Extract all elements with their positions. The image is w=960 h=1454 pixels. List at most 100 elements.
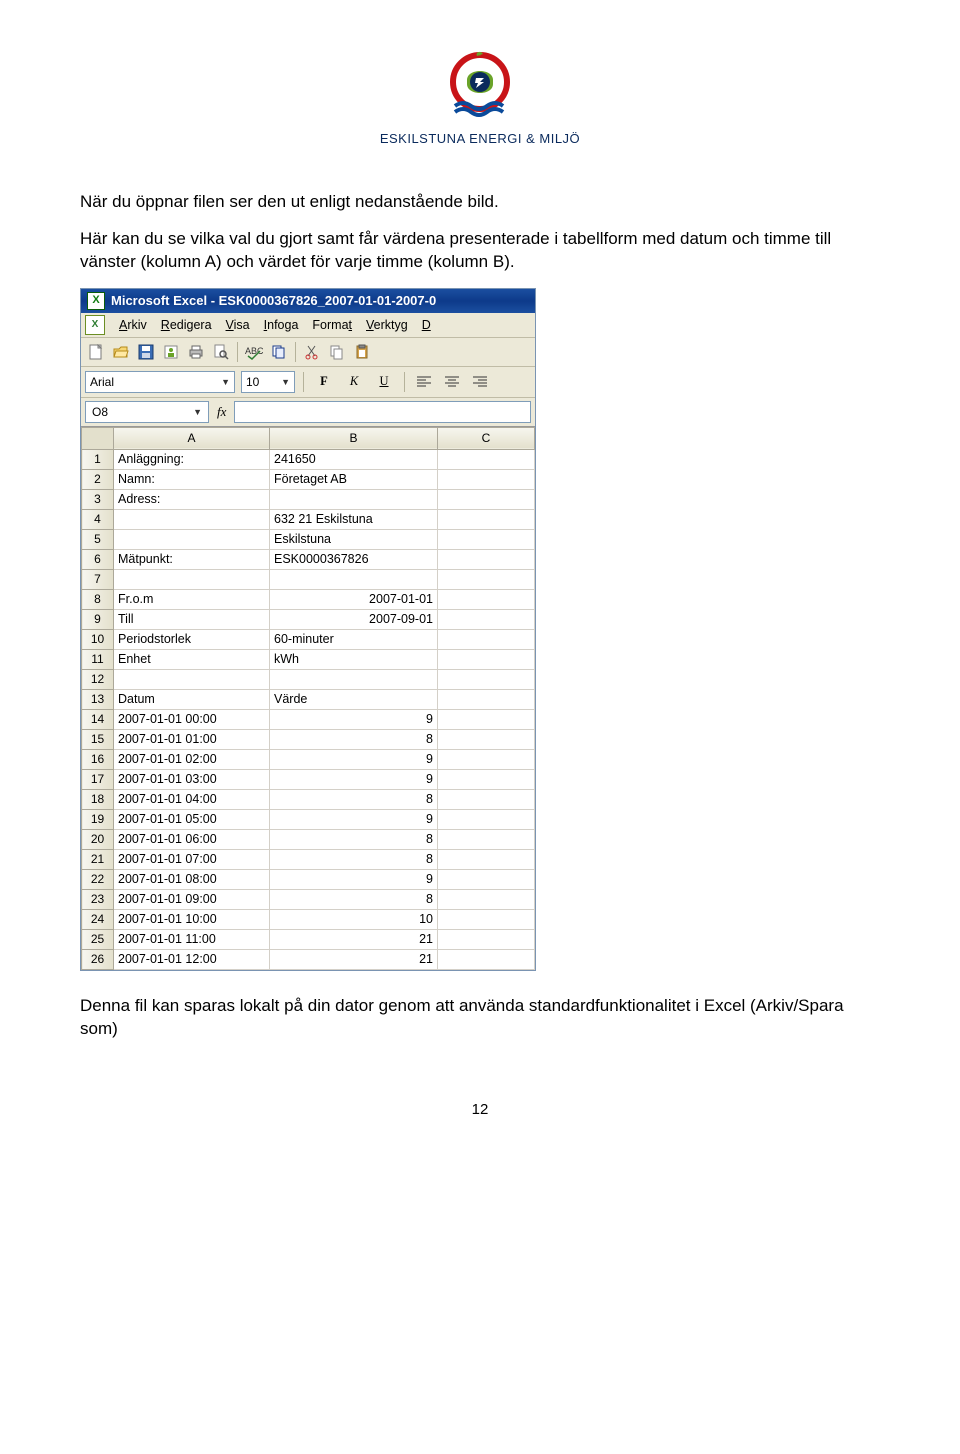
italic-button[interactable]: K bbox=[342, 370, 366, 394]
cell-b[interactable]: 9 bbox=[270, 869, 438, 889]
cell-c[interactable] bbox=[438, 689, 535, 709]
cell-b[interactable]: 21 bbox=[270, 929, 438, 949]
row-header[interactable]: 2 bbox=[82, 469, 114, 489]
cell-b[interactable]: ESK0000367826 bbox=[270, 549, 438, 569]
select-all-corner[interactable] bbox=[82, 427, 114, 449]
cell-c[interactable] bbox=[438, 829, 535, 849]
col-header-b[interactable]: B bbox=[270, 427, 438, 449]
cell-c[interactable] bbox=[438, 529, 535, 549]
row-header[interactable]: 23 bbox=[82, 889, 114, 909]
cell-b[interactable] bbox=[270, 489, 438, 509]
row-header[interactable]: 20 bbox=[82, 829, 114, 849]
row-header[interactable]: 17 bbox=[82, 769, 114, 789]
cell-a[interactable]: 2007-01-01 04:00 bbox=[114, 789, 270, 809]
cell-a[interactable]: 2007-01-01 09:00 bbox=[114, 889, 270, 909]
cell-b[interactable]: 9 bbox=[270, 769, 438, 789]
cell-b[interactable]: kWh bbox=[270, 649, 438, 669]
print-preview-icon[interactable] bbox=[210, 341, 232, 363]
cell-a[interactable]: 2007-01-01 06:00 bbox=[114, 829, 270, 849]
row-header[interactable]: 14 bbox=[82, 709, 114, 729]
cut-icon[interactable] bbox=[301, 341, 323, 363]
research-icon[interactable] bbox=[268, 341, 290, 363]
cell-c[interactable] bbox=[438, 889, 535, 909]
cell-a[interactable] bbox=[114, 569, 270, 589]
cell-c[interactable] bbox=[438, 749, 535, 769]
cell-b[interactable]: 9 bbox=[270, 749, 438, 769]
cell-c[interactable] bbox=[438, 789, 535, 809]
cell-b[interactable]: 632 21 Eskilstuna bbox=[270, 509, 438, 529]
cell-b[interactable]: 241650 bbox=[270, 449, 438, 469]
cell-b[interactable]: 10 bbox=[270, 909, 438, 929]
cell-b[interactable]: 60-minuter bbox=[270, 629, 438, 649]
cell-c[interactable] bbox=[438, 809, 535, 829]
row-header[interactable]: 16 bbox=[82, 749, 114, 769]
cell-b[interactable]: 2007-09-01 bbox=[270, 609, 438, 629]
row-header[interactable]: 12 bbox=[82, 669, 114, 689]
cell-c[interactable] bbox=[438, 669, 535, 689]
menu-format[interactable]: Format bbox=[312, 318, 352, 332]
row-header[interactable]: 22 bbox=[82, 869, 114, 889]
row-header[interactable]: 8 bbox=[82, 589, 114, 609]
cell-b[interactable]: 8 bbox=[270, 829, 438, 849]
cell-b[interactable]: 9 bbox=[270, 809, 438, 829]
row-header[interactable]: 10 bbox=[82, 629, 114, 649]
cell-a[interactable]: 2007-01-01 12:00 bbox=[114, 949, 270, 969]
menu-infoga[interactable]: Infoga bbox=[264, 318, 299, 332]
cell-a[interactable]: Datum bbox=[114, 689, 270, 709]
align-center-icon[interactable] bbox=[441, 371, 463, 393]
cell-a[interactable] bbox=[114, 529, 270, 549]
cell-c[interactable] bbox=[438, 489, 535, 509]
row-header[interactable]: 19 bbox=[82, 809, 114, 829]
cell-c[interactable] bbox=[438, 649, 535, 669]
row-header[interactable]: 18 bbox=[82, 789, 114, 809]
menu-d[interactable]: D bbox=[422, 318, 431, 332]
cell-a[interactable]: Enhet bbox=[114, 649, 270, 669]
cell-c[interactable] bbox=[438, 549, 535, 569]
row-header[interactable]: 25 bbox=[82, 929, 114, 949]
cell-b[interactable]: Företaget AB bbox=[270, 469, 438, 489]
cell-c[interactable] bbox=[438, 469, 535, 489]
col-header-a[interactable]: A bbox=[114, 427, 270, 449]
cell-c[interactable] bbox=[438, 449, 535, 469]
row-header[interactable]: 7 bbox=[82, 569, 114, 589]
cell-a[interactable]: Adress: bbox=[114, 489, 270, 509]
paste-icon[interactable] bbox=[351, 341, 373, 363]
row-header[interactable]: 4 bbox=[82, 509, 114, 529]
cell-a[interactable]: Mätpunkt: bbox=[114, 549, 270, 569]
cell-b[interactable]: 21 bbox=[270, 949, 438, 969]
cell-b[interactable]: 8 bbox=[270, 849, 438, 869]
menu-redigera[interactable]: Redigera bbox=[161, 318, 212, 332]
row-header[interactable]: 6 bbox=[82, 549, 114, 569]
menu-arkiv[interactable]: Arkiv bbox=[119, 318, 147, 332]
cell-c[interactable] bbox=[438, 929, 535, 949]
cell-c[interactable] bbox=[438, 609, 535, 629]
menu-visa[interactable]: Visa bbox=[226, 318, 250, 332]
cell-c[interactable] bbox=[438, 509, 535, 529]
row-header[interactable]: 13 bbox=[82, 689, 114, 709]
cell-b[interactable]: Eskilstuna bbox=[270, 529, 438, 549]
cell-c[interactable] bbox=[438, 729, 535, 749]
row-header[interactable]: 1 bbox=[82, 449, 114, 469]
row-header[interactable]: 5 bbox=[82, 529, 114, 549]
align-left-icon[interactable] bbox=[413, 371, 435, 393]
cell-a[interactable]: Periodstorlek bbox=[114, 629, 270, 649]
cell-b[interactable]: 8 bbox=[270, 889, 438, 909]
cell-b[interactable]: 8 bbox=[270, 789, 438, 809]
cell-a[interactable]: Fr.o.m bbox=[114, 589, 270, 609]
cell-a[interactable]: 2007-01-01 00:00 bbox=[114, 709, 270, 729]
formula-input[interactable] bbox=[234, 401, 531, 423]
cell-a[interactable]: 2007-01-01 05:00 bbox=[114, 809, 270, 829]
row-header[interactable]: 3 bbox=[82, 489, 114, 509]
col-header-c[interactable]: C bbox=[438, 427, 535, 449]
cell-b[interactable]: 2007-01-01 bbox=[270, 589, 438, 609]
row-header[interactable]: 15 bbox=[82, 729, 114, 749]
cell-a[interactable]: Namn: bbox=[114, 469, 270, 489]
align-right-icon[interactable] bbox=[469, 371, 491, 393]
bold-button[interactable]: F bbox=[312, 370, 336, 394]
cell-c[interactable] bbox=[438, 589, 535, 609]
open-icon[interactable] bbox=[110, 341, 132, 363]
menu-verktyg[interactable]: Verktyg bbox=[366, 318, 408, 332]
row-header[interactable]: 21 bbox=[82, 849, 114, 869]
row-header[interactable]: 9 bbox=[82, 609, 114, 629]
cell-c[interactable] bbox=[438, 949, 535, 969]
